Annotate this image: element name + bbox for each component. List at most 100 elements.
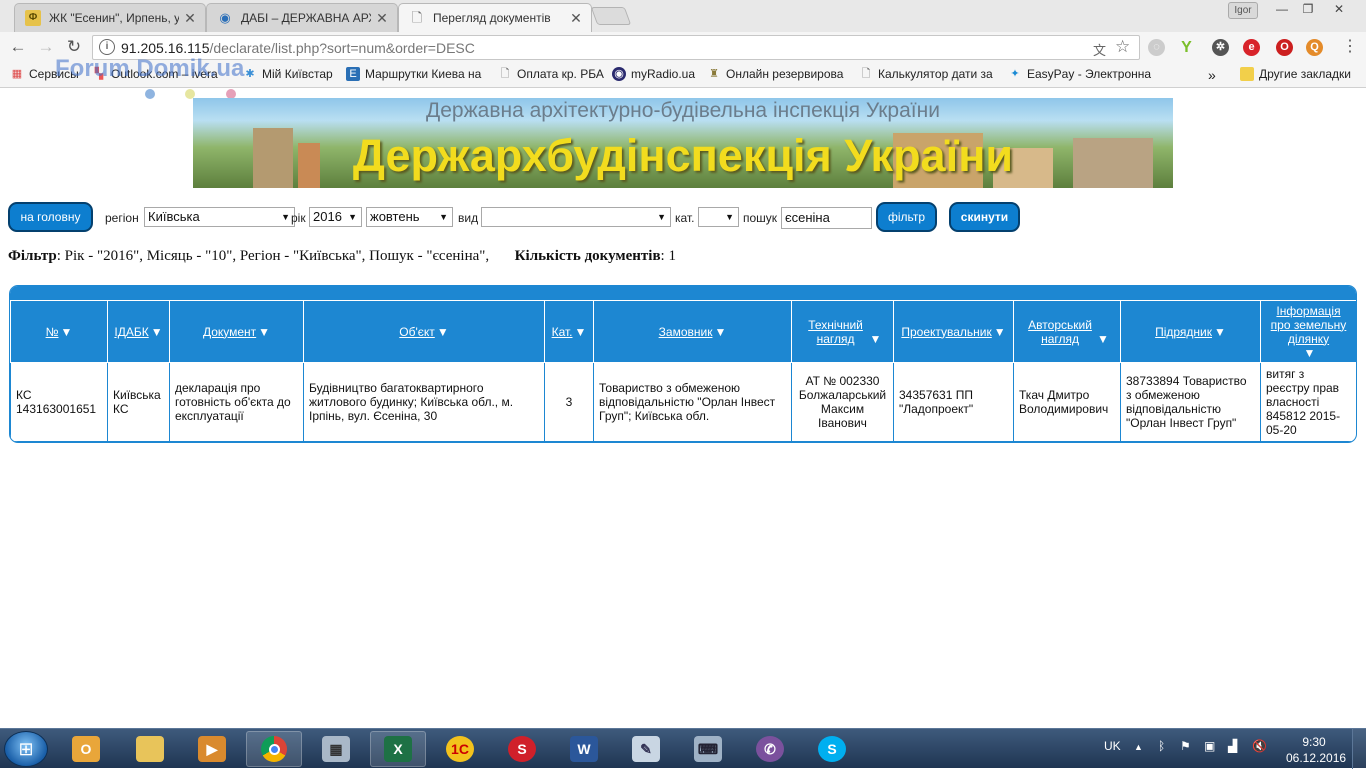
bookmark-kyivstar[interactable]: ✱ Мій Київстар — [243, 67, 332, 81]
taskbar-outlook[interactable]: O — [58, 731, 114, 767]
sort-desc-icon[interactable]: ▼ — [714, 325, 726, 339]
taskbar-keyboard[interactable]: ⌨ — [680, 731, 736, 767]
url-text[interactable]: 91.205.16.115/declarate/list.php?sort=nu… — [121, 40, 475, 56]
column-header[interactable]: Об'єкт ▼ — [303, 300, 545, 363]
show-desktop-button[interactable] — [1352, 729, 1366, 769]
close-icon[interactable]: ✕ — [569, 10, 583, 27]
sort-desc-icon[interactable]: ▼ — [258, 325, 270, 339]
taskbar-viber[interactable]: ✆ — [742, 731, 798, 767]
sort-desc-icon[interactable]: ▼ — [60, 325, 72, 339]
sort-link[interactable]: Авторський нагляд — [1025, 318, 1095, 346]
kind-select[interactable]: ▼ — [481, 207, 671, 227]
column-header[interactable]: Авторський нагляд ▼ — [1013, 300, 1121, 363]
start-button[interactable]: ⊞ — [4, 731, 48, 767]
sort-desc-icon[interactable]: ▼ — [1304, 346, 1316, 360]
address-bar[interactable]: i 91.205.16.115/declarate/list.php?sort=… — [92, 35, 1140, 60]
taskbar-app-red[interactable]: S — [494, 731, 550, 767]
tab-document-view[interactable]: 🗋 Перегляд документів ✕ — [398, 3, 592, 32]
year-select[interactable]: 2016 ▼ — [309, 207, 362, 227]
column-header[interactable]: Інформація про земельну ділянку▼ — [1260, 300, 1356, 363]
region-select[interactable]: Київська ▼ — [144, 207, 295, 227]
month-select[interactable]: жовтень ▼ — [366, 207, 453, 227]
taskbar-notes[interactable]: ✎ — [618, 731, 674, 767]
close-window-icon[interactable]: ✕ — [1324, 0, 1354, 18]
volume-muted-icon[interactable]: 🔇 — [1252, 739, 1267, 753]
tray-expand-icon[interactable]: ▲ — [1134, 742, 1143, 752]
sort-desc-icon[interactable]: ▼ — [870, 332, 882, 346]
extension-search-icon[interactable]: Q — [1306, 39, 1323, 56]
sort-link[interactable]: ІДАБК — [114, 325, 148, 339]
bookmark-rba[interactable]: 🗋 Оплата кр. РБА — [498, 67, 604, 81]
reload-icon[interactable]: ↻ — [64, 37, 84, 57]
taskbar-chrome[interactable] — [246, 731, 302, 767]
sort-desc-icon[interactable]: ▼ — [575, 325, 587, 339]
bookmarks-more-button[interactable]: » — [1208, 67, 1216, 83]
bookmark-easypay[interactable]: ✦ EasyPay - Электронна — [1008, 67, 1151, 81]
column-header[interactable]: Технічний нагляд ▼ — [791, 300, 894, 363]
reset-button[interactable]: скинути — [949, 202, 1020, 232]
bookmark-reservation[interactable]: ♜ Онлайн резервирова — [707, 67, 843, 81]
sort-link[interactable]: Кат. — [552, 325, 573, 339]
taskbar-calculator[interactable]: ▦ — [308, 731, 364, 767]
category-select[interactable]: ▼ — [698, 207, 739, 227]
menu-icon[interactable]: ⋮ — [1340, 37, 1360, 57]
back-icon[interactable]: ← — [8, 37, 28, 57]
column-header[interactable]: Проектувальник ▼ — [893, 300, 1014, 363]
device-icon[interactable]: ▣ — [1204, 739, 1215, 753]
profile-button[interactable]: Igor — [1228, 2, 1258, 19]
extension-gear-icon[interactable]: ✲ — [1212, 39, 1229, 56]
tab-zhk-esenin[interactable]: Ф ЖК "Есенин", Ирпень, у ✕ — [14, 3, 206, 32]
action-center-icon[interactable]: ⚑ — [1180, 739, 1191, 753]
column-header[interactable]: № ▼ — [10, 300, 108, 363]
translate-icon[interactable]: 文 — [1093, 40, 1106, 59]
sort-desc-icon[interactable]: ▼ — [151, 325, 163, 339]
sort-link[interactable]: Підрядник — [1155, 325, 1212, 339]
filter-button[interactable]: фільтр — [876, 202, 937, 232]
info-icon[interactable]: i — [99, 39, 115, 55]
taskbar-excel[interactable]: X — [370, 731, 426, 767]
sort-desc-icon[interactable]: ▼ — [1097, 332, 1109, 346]
sort-link[interactable]: Замовник — [659, 325, 713, 339]
forward-icon[interactable]: → — [36, 37, 56, 57]
system-clock[interactable]: 9:30 06.12.2016 — [1286, 734, 1346, 766]
sort-link[interactable]: Документ — [203, 325, 256, 339]
network-signal-icon[interactable]: ▟ — [1228, 739, 1237, 753]
column-header[interactable]: Кат. ▼ — [544, 300, 594, 363]
bookmark-other[interactable]: Другие закладки — [1240, 67, 1351, 81]
sort-link[interactable]: Інформація про земельну ділянку — [1269, 304, 1349, 346]
restore-icon[interactable]: ❐ — [1294, 0, 1322, 18]
opera-icon[interactable]: O — [1276, 39, 1293, 56]
taskbar-skype[interactable]: S — [804, 731, 860, 767]
language-indicator[interactable]: UK — [1104, 739, 1121, 753]
sort-link[interactable]: Технічний нагляд — [804, 318, 868, 346]
taskbar-media[interactable]: ▶ — [184, 731, 240, 767]
sort-link[interactable]: № — [46, 325, 59, 339]
home-button[interactable]: на головну — [8, 202, 93, 232]
bluetooth-icon[interactable]: ᛒ — [1158, 739, 1165, 753]
taskbar-explorer[interactable] — [122, 731, 178, 767]
taskbar-1c[interactable]: 1С — [432, 731, 488, 767]
tab-dabi[interactable]: ◉ ДАБІ – ДЕРЖАВНА АРХІ ✕ — [206, 3, 398, 32]
sort-desc-icon[interactable]: ▼ — [1214, 325, 1226, 339]
search-input[interactable]: єсеніна — [781, 207, 872, 229]
column-header[interactable]: Замовник ▼ — [593, 300, 792, 363]
column-header[interactable]: Документ ▼ — [169, 300, 304, 363]
taskbar-word[interactable]: W — [556, 731, 612, 767]
column-header[interactable]: Підрядник ▼ — [1120, 300, 1261, 363]
sort-link[interactable]: Проектувальник — [901, 325, 991, 339]
extension-e-icon[interactable]: e — [1243, 39, 1260, 56]
bookmark-myradio[interactable]: ◉ myRadio.ua — [612, 67, 695, 81]
sort-desc-icon[interactable]: ▼ — [994, 325, 1006, 339]
sort-desc-icon[interactable]: ▼ — [437, 325, 449, 339]
sort-link[interactable]: Об'єкт — [399, 325, 435, 339]
close-icon[interactable]: ✕ — [375, 10, 389, 27]
close-icon[interactable]: ✕ — [183, 10, 197, 27]
bookmark-calculator[interactable]: 🗋 Калькулятор дати за — [859, 67, 993, 81]
extension-grey-icon[interactable]: ◌ — [1148, 39, 1165, 56]
column-header[interactable]: ІДАБК ▼ — [107, 300, 170, 363]
bookmark-marshrutki[interactable]: E Маршрутки Киева на — [346, 67, 481, 81]
new-tab-button[interactable] — [590, 7, 632, 25]
star-icon[interactable]: ☆ — [1115, 37, 1130, 57]
extension-leaf-icon[interactable]: Y — [1178, 39, 1195, 56]
minimize-icon[interactable]: — — [1268, 0, 1296, 18]
